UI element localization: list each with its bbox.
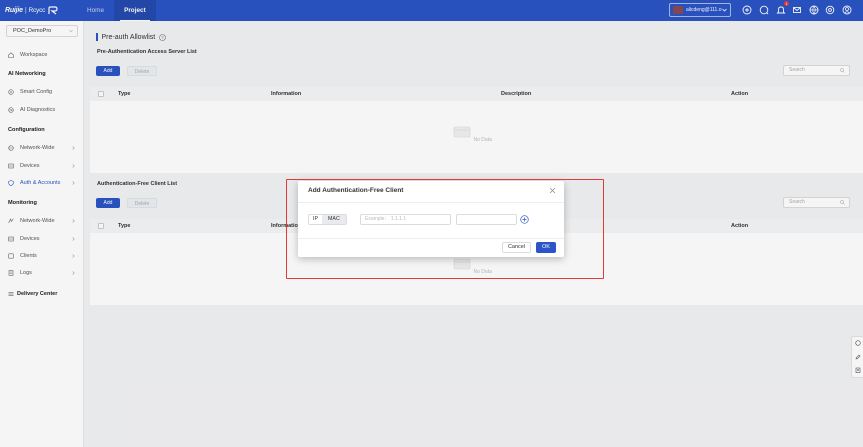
type-mac-option[interactable]: MAC bbox=[322, 215, 346, 224]
cancel-button[interactable]: Cancel bbox=[502, 242, 531, 253]
ip-address-input[interactable]: Example： 1.1.1.1 bbox=[360, 214, 451, 225]
type-ip-option[interactable]: IP bbox=[309, 215, 322, 224]
divider bbox=[298, 202, 564, 203]
type-toggle: IP MAC bbox=[308, 214, 347, 225]
ok-button[interactable]: OK bbox=[536, 242, 556, 253]
dialog-title: Add Authentication-Free Client bbox=[308, 187, 404, 194]
add-row-icon[interactable] bbox=[520, 215, 529, 224]
divider bbox=[298, 238, 564, 239]
second-value-input[interactable] bbox=[456, 214, 517, 225]
add-client-dialog: Add Authentication-Free Client IP MAC Ex… bbox=[298, 181, 564, 257]
close-icon[interactable] bbox=[549, 187, 556, 194]
